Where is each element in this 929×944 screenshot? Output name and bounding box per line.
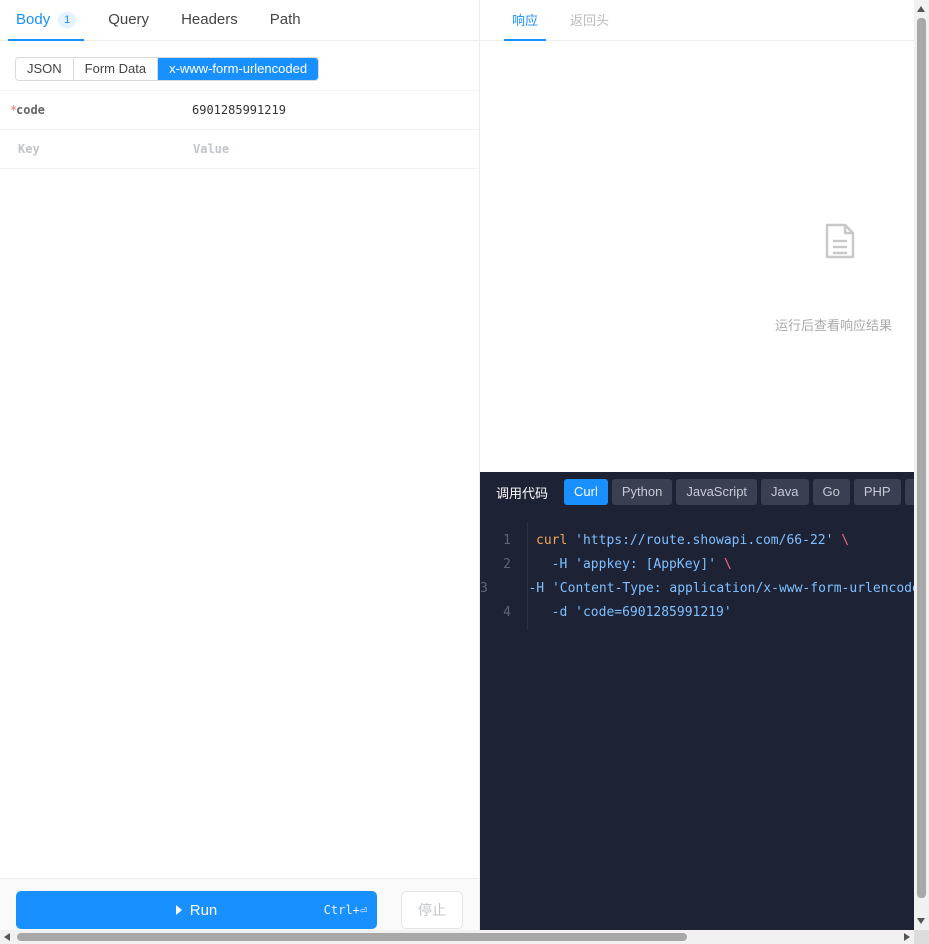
horizontal-scrollbar[interactable] bbox=[0, 930, 914, 944]
line-number-gutter-divider bbox=[527, 522, 528, 630]
empty-state-text: 运行后查看响应结果 bbox=[775, 318, 893, 333]
new-param-row: Key Value bbox=[0, 130, 479, 169]
body-type-json[interactable]: JSON bbox=[16, 58, 74, 80]
code-arg: 'appkey: [AppKey]' bbox=[575, 556, 717, 572]
param-key[interactable]: code bbox=[14, 103, 192, 117]
tab-path[interactable]: Path bbox=[262, 0, 309, 40]
tab-body-label: Body bbox=[16, 11, 51, 28]
code-line: 4 -d 'code=6901285991219' bbox=[480, 600, 914, 624]
scrollbar-corner bbox=[914, 930, 929, 944]
code-arg: 'code=6901285991219' bbox=[575, 604, 732, 620]
code-text: curl 'https://route.showapi.com/66-22' \ bbox=[519, 533, 849, 548]
code-text: -H 'Content-Type: application/x-www-form… bbox=[496, 581, 914, 596]
body-type-row: JSON Form Data x-www-form-urlencoded bbox=[0, 41, 479, 91]
code-block[interactable]: 1 curl 'https://route.showapi.com/66-22'… bbox=[480, 522, 914, 630]
tab-response-headers[interactable]: 返回头 bbox=[562, 0, 617, 40]
tab-headers[interactable]: Headers bbox=[173, 0, 246, 40]
code-line-continuation: \ bbox=[841, 532, 850, 548]
code-flag: -H bbox=[528, 580, 545, 596]
new-key-input[interactable]: Key bbox=[0, 142, 193, 156]
response-empty-state: 运行后查看响应结果 bbox=[480, 41, 914, 471]
param-value-input[interactable]: 6901285991219 bbox=[192, 103, 286, 117]
scroll-left-icon[interactable] bbox=[4, 933, 10, 941]
run-shortcut-hint: Ctrl+⏎ bbox=[323, 903, 367, 917]
lang-tab-python[interactable]: Python bbox=[611, 479, 673, 505]
lang-tab-php[interactable]: PHP bbox=[853, 479, 901, 505]
body-type-urlencoded[interactable]: x-www-form-urlencoded bbox=[158, 58, 319, 80]
line-number: 3 bbox=[480, 580, 488, 596]
lang-tab-csharp[interactable]: C# bbox=[904, 479, 914, 505]
response-panel: 响应 返回头 运行后查看响应结果 调用代码 Curl Python JavaSc… bbox=[480, 0, 914, 930]
param-row: * code 6901285991219 bbox=[0, 91, 479, 130]
tab-query[interactable]: Query bbox=[100, 0, 157, 40]
request-tabs: Body 1 Query Headers Path bbox=[0, 0, 479, 41]
scroll-right-icon[interactable] bbox=[904, 933, 910, 941]
line-number: 2 bbox=[503, 556, 511, 572]
code-panel-title: 调用代码 bbox=[496, 485, 549, 501]
horizontal-scroll-thumb[interactable] bbox=[17, 933, 687, 941]
lang-tab-go[interactable]: Go bbox=[812, 479, 850, 505]
tab-query-label: Query bbox=[108, 11, 150, 28]
request-panel: Body 1 Query Headers Path JSON Form Data… bbox=[0, 0, 480, 930]
vertical-scroll-thumb[interactable] bbox=[917, 18, 926, 898]
document-icon bbox=[825, 223, 855, 259]
body-type-form-data[interactable]: Form Data bbox=[73, 58, 159, 80]
play-icon bbox=[175, 905, 182, 915]
lang-tab-curl[interactable]: Curl bbox=[564, 479, 608, 505]
scroll-up-icon[interactable] bbox=[917, 6, 925, 12]
tab-body[interactable]: Body 1 bbox=[8, 0, 85, 41]
new-value-input[interactable]: Value bbox=[193, 142, 229, 156]
lang-tab-javascript[interactable]: JavaScript bbox=[676, 479, 758, 505]
response-tabs: 响应 返回头 bbox=[480, 0, 914, 41]
code-snippet-panel: 调用代码 Curl Python JavaScript Java Go PHP … bbox=[480, 472, 914, 930]
code-line: 2 -H 'appkey: [AppKey]' \ bbox=[480, 552, 914, 576]
tab-response[interactable]: 响应 bbox=[504, 0, 547, 41]
code-text: -d 'code=6901285991219' bbox=[519, 605, 732, 620]
tab-headers-label: Headers bbox=[181, 11, 238, 28]
line-number: 1 bbox=[503, 532, 511, 548]
scroll-down-icon[interactable] bbox=[917, 918, 925, 924]
line-number: 4 bbox=[503, 604, 511, 620]
body-type-selector: JSON Form Data x-www-form-urlencoded bbox=[15, 57, 320, 81]
code-snippet-header: 调用代码 Curl Python JavaScript Java Go PHP … bbox=[480, 472, 914, 512]
action-bar: Run Ctrl+⏎ 停止 bbox=[0, 878, 479, 930]
code-line-continuation: \ bbox=[723, 556, 732, 572]
code-arg: 'Content-Type: application/x-www-form-ur… bbox=[551, 580, 914, 596]
code-command: curl bbox=[536, 532, 568, 548]
run-button[interactable]: Run Ctrl+⏎ bbox=[16, 891, 377, 929]
tab-path-label: Path bbox=[269, 11, 301, 28]
code-flag: -d bbox=[551, 604, 568, 620]
vertical-scrollbar[interactable] bbox=[914, 0, 929, 930]
code-text: -H 'appkey: [AppKey]' \ bbox=[519, 557, 732, 572]
code-arg: 'https://route.showapi.com/66-22' bbox=[575, 532, 834, 548]
code-line: 1 curl 'https://route.showapi.com/66-22'… bbox=[480, 528, 914, 552]
lang-tab-java[interactable]: Java bbox=[761, 479, 809, 505]
code-flag: -H bbox=[551, 556, 568, 572]
stop-button[interactable]: 停止 bbox=[401, 891, 463, 929]
code-line: 3 -H 'Content-Type: application/x-www-fo… bbox=[480, 576, 914, 600]
tab-body-count-badge: 1 bbox=[58, 11, 77, 28]
run-button-label: Run bbox=[189, 901, 218, 919]
required-mark: * bbox=[10, 103, 18, 117]
